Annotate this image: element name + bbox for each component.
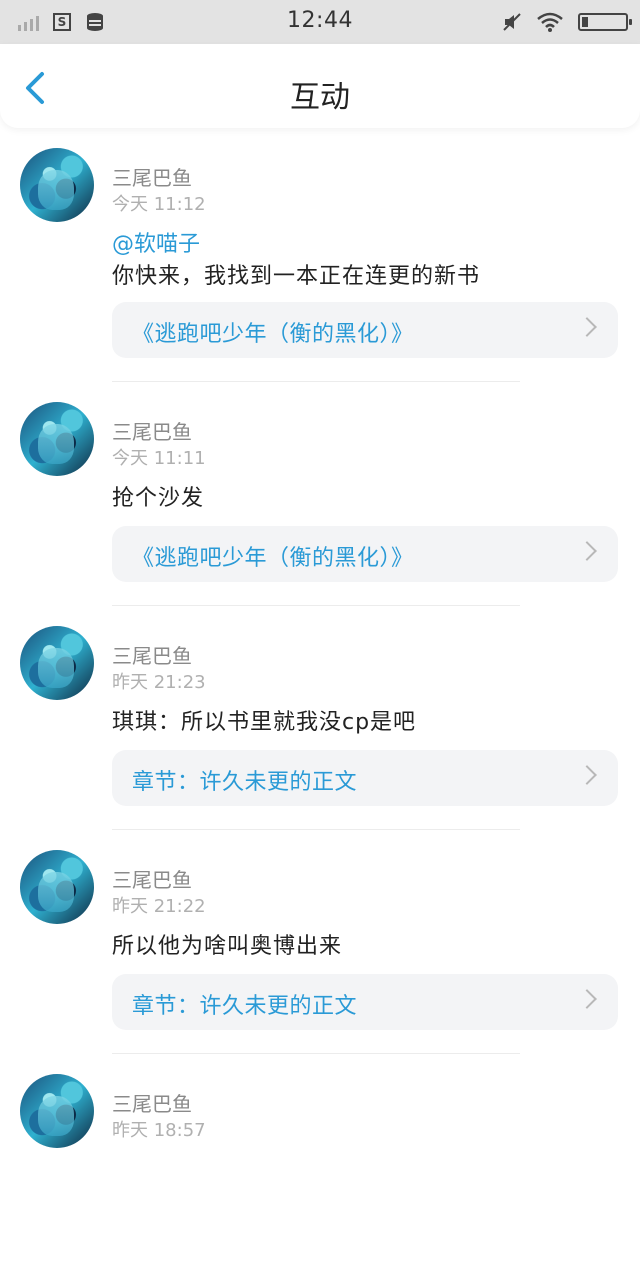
comment-item: 三尾巴鱼 昨天 18:57 bbox=[0, 1054, 640, 1278]
username[interactable]: 三尾巴鱼 bbox=[112, 640, 192, 669]
avatar[interactable] bbox=[20, 850, 94, 924]
comment-text: 所以他为啥叫奥博出来 bbox=[112, 934, 343, 959]
comment-time: 昨天 21:22 bbox=[112, 896, 206, 917]
comment-time: 昨天 18:57 bbox=[112, 1120, 206, 1141]
chapter-link-text: 章节：许久未更的正文 bbox=[132, 994, 358, 1019]
username[interactable]: 三尾巴鱼 bbox=[112, 416, 192, 445]
book-link-text: 《逃跑吧少年（衡的黑化）》 bbox=[132, 322, 414, 347]
username[interactable]: 三尾巴鱼 bbox=[112, 864, 192, 893]
chapter-link-card[interactable]: 章节：许久未更的正文 bbox=[112, 974, 618, 1030]
page-title: 互动 bbox=[290, 80, 350, 115]
avatar[interactable] bbox=[20, 1074, 94, 1148]
status-bar: S 12:44 bbox=[0, 0, 640, 44]
comment-item: 三尾巴鱼 今天 11:12 @软喵子 你快来，我找到一本正在连更的新书 《逃跑吧… bbox=[0, 128, 640, 382]
comment-item: 三尾巴鱼 今天 11:11 抢个沙发 《逃跑吧少年（衡的黑化）》 bbox=[0, 382, 640, 606]
wifi-icon bbox=[537, 12, 563, 32]
avatar[interactable] bbox=[20, 626, 94, 700]
username[interactable]: 三尾巴鱼 bbox=[112, 162, 192, 191]
navigation-bar: 互动 bbox=[0, 44, 640, 128]
status-right bbox=[502, 10, 632, 34]
comment-time: 今天 11:12 bbox=[112, 194, 206, 215]
chapter-link-text: 章节：许久未更的正文 bbox=[132, 770, 358, 795]
avatar[interactable] bbox=[20, 402, 94, 476]
comment-text: 琪琪：所以书里就我没cp是吧 bbox=[112, 710, 417, 735]
comment-text: 你快来，我找到一本正在连更的新书 bbox=[112, 264, 481, 289]
comment-time: 今天 11:11 bbox=[112, 448, 206, 469]
mute-icon bbox=[503, 13, 521, 31]
interaction-feed: 三尾巴鱼 今天 11:12 @软喵子 你快来，我找到一本正在连更的新书 《逃跑吧… bbox=[0, 128, 640, 1278]
avatar[interactable] bbox=[20, 148, 94, 222]
chevron-right-icon bbox=[577, 317, 597, 337]
mention-link[interactable]: @软喵子 bbox=[112, 226, 200, 258]
chevron-right-icon bbox=[577, 765, 597, 785]
book-link-text: 《逃跑吧少年（衡的黑化）》 bbox=[132, 546, 414, 571]
comment-time: 昨天 21:23 bbox=[112, 672, 206, 693]
battery-icon bbox=[578, 13, 632, 31]
chevron-right-icon bbox=[577, 989, 597, 1009]
comment-item: 三尾巴鱼 昨天 21:22 所以他为啥叫奥博出来 章节：许久未更的正文 bbox=[0, 830, 640, 1054]
chapter-link-card[interactable]: 章节：许久未更的正文 bbox=[112, 750, 618, 806]
book-link-card[interactable]: 《逃跑吧少年（衡的黑化）》 bbox=[112, 302, 618, 358]
book-link-card[interactable]: 《逃跑吧少年（衡的黑化）》 bbox=[112, 526, 618, 582]
chevron-right-icon bbox=[577, 541, 597, 561]
username[interactable]: 三尾巴鱼 bbox=[112, 1088, 192, 1117]
comment-text: 抢个沙发 bbox=[112, 486, 205, 511]
comment-item: 三尾巴鱼 昨天 21:23 琪琪：所以书里就我没cp是吧 章节：许久未更的正文 bbox=[0, 606, 640, 830]
